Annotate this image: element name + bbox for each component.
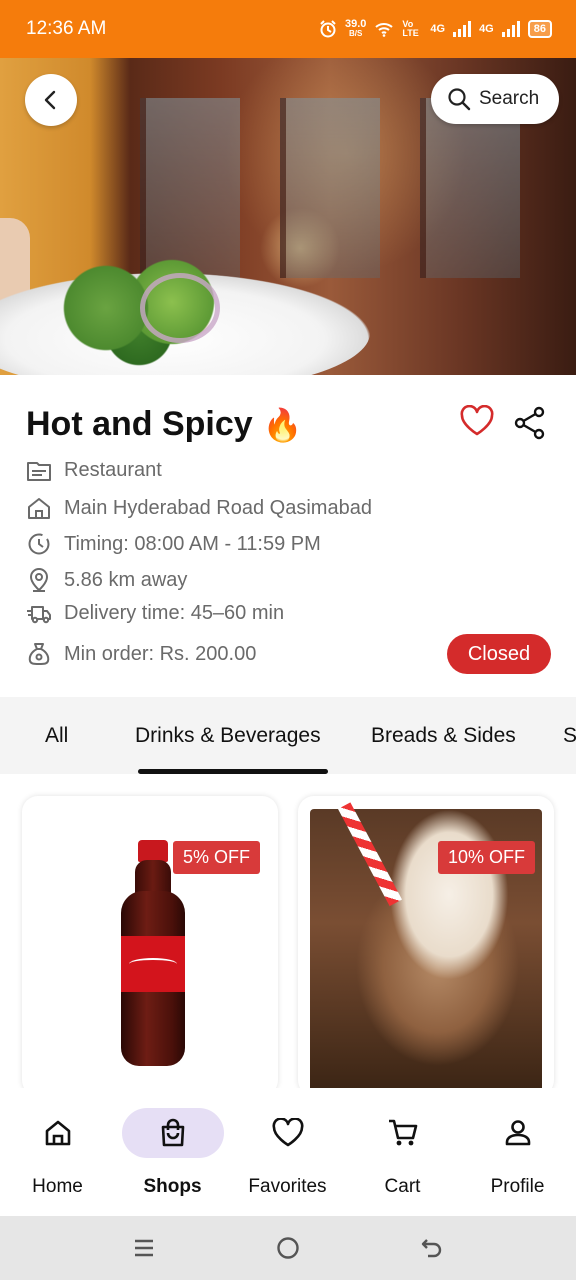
search-button[interactable]: Search [431,74,559,124]
status-badge: Closed [447,634,551,674]
share-button[interactable] [513,406,547,445]
system-navigation-bar [0,1216,576,1280]
search-label: Search [479,88,540,109]
nav-shops[interactable]: Shops [115,1088,230,1216]
bottle-label [121,936,185,992]
alarm-icon [320,20,336,38]
menu-lines-icon [135,1239,153,1257]
discount-badge: 5% OFF [173,841,261,874]
speed-value: 39.0 [344,18,367,30]
clock-icon [28,533,50,555]
distance-row: 5.86 km away [26,567,187,593]
delivery-truck-icon [27,605,51,623]
nav-shops-label: Shops [143,1176,202,1197]
heart-icon [271,1118,304,1147]
timing-text: Timing: 08:00 AM - 11:59 PM [64,532,321,555]
location-pin-icon [30,568,48,592]
restaurant-title: Hot and Spicy 🔥 [26,405,303,444]
onion-ring [140,273,220,343]
nav-home[interactable]: Home [0,1088,115,1216]
shopping-bag-icon [161,1118,184,1147]
product-card[interactable]: 10% OFF [298,796,554,1088]
battery-icon: 86 [527,20,552,38]
tab-all[interactable]: All [45,697,68,774]
status-time: 12:36 AM [26,18,107,39]
nav-cart-pill [352,1108,454,1158]
delivery-time-row: Delivery time: 45–60 min [26,602,284,625]
nav-cart-label: Cart [384,1176,421,1197]
home-system-button[interactable] [272,1232,304,1264]
distance-text: 5.86 km away [64,568,188,591]
fire-emoji: 🔥 [262,406,303,443]
nav-home-label: Home [32,1176,83,1197]
bottom-navigation: Home Shops Favorites Cart Profile [0,1088,576,1216]
discount-badge: 10% OFF [438,841,536,874]
volte-label: Vo LTE [402,19,419,38]
nav-profile-label: Profile [490,1176,545,1197]
product-grid: 5% OFF 10% OFF [0,774,576,1088]
nav-profile-pill [467,1108,569,1158]
chevron-left-icon [44,90,56,110]
background-window [280,98,380,278]
network-speed: 39.0 B/S [345,19,366,39]
min-order-row: Min order: Rs. 200.00 [26,641,256,667]
search-icon [448,88,471,111]
signal-icon-1 [453,21,472,37]
tab-drinks-beverages[interactable]: Drinks & Beverages [135,697,321,774]
circle-icon [277,1237,299,1259]
nav-favorites-pill [237,1108,339,1158]
share-icon [514,406,545,440]
back-system-button[interactable] [416,1232,448,1264]
nav-shops-pill [121,1108,224,1158]
category-row: Restaurant [26,459,162,482]
tab-overflow[interactable]: S [563,697,576,774]
wifi-icon [375,23,394,37]
category-tabs: All Drinks & Beverages Breads & Sides S [0,697,576,774]
signal-icon-2 [501,21,520,37]
category-text: Restaurant [64,459,162,481]
timing-row: Timing: 08:00 AM - 11:59 PM [26,532,321,556]
back-button[interactable] [25,74,77,126]
min-order-text: Min order: Rs. 200.00 [64,642,257,665]
status-bar: 12:36 AM 39.0 B/S Vo LTE 4G 4G 86 [0,0,576,58]
heart-outline-icon [460,404,494,436]
nav-profile[interactable]: Profile [460,1088,575,1216]
tab-breads-sides[interactable]: Breads & Sides [371,697,516,774]
nav-cart[interactable]: Cart [345,1088,460,1216]
straw [338,802,403,907]
network-label-2: 4G [479,23,494,35]
address-text: Main Hyderabad Road Qasimabad [64,496,372,519]
restaurant-name: Hot and Spicy [26,405,253,443]
nav-favorites-label: Favorites [248,1176,327,1197]
favorite-button[interactable] [459,404,495,442]
document-icon [27,461,51,481]
cart-icon [388,1119,417,1146]
money-bag-icon [28,643,50,665]
status-icons: 39.0 B/S Vo LTE 4G 4G 86 [319,19,552,39]
restaurant-info: Hot and Spicy 🔥 Restaurant Main Hyderaba… [0,375,576,697]
back-arrow-icon [421,1239,442,1258]
address-row: Main Hyderabad Road Qasimabad [26,496,372,520]
nav-favorites[interactable]: Favorites [230,1088,345,1216]
person-icon [505,1120,530,1146]
house-icon [28,498,50,519]
recent-apps-button[interactable] [128,1232,160,1264]
home-icon [45,1120,70,1146]
product-card[interactable]: 5% OFF [22,796,278,1088]
delivery-time-text: Delivery time: 45–60 min [64,602,285,624]
bottle-cap [138,840,168,862]
speed-unit: B/S [348,29,363,38]
nav-home-pill [7,1108,109,1158]
background-window [420,98,520,278]
network-label-1: 4G [430,23,446,35]
